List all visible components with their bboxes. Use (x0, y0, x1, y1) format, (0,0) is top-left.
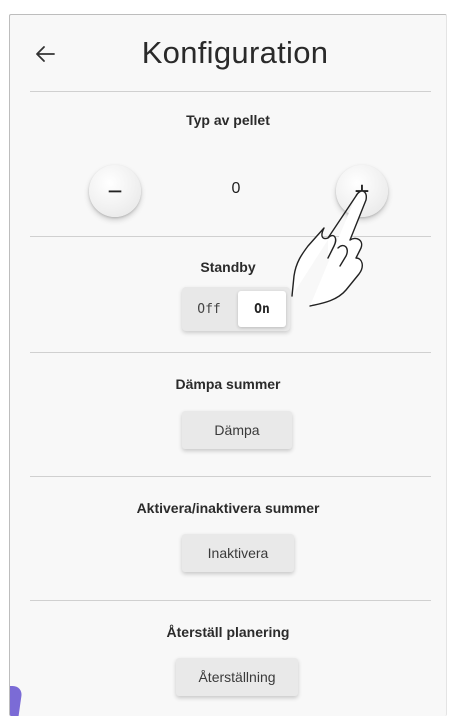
divider (30, 352, 431, 353)
minus-icon: − (107, 175, 123, 206)
standby-toggle[interactable]: Off On (182, 287, 290, 331)
standby-off-option[interactable]: Off (182, 287, 236, 331)
increment-button[interactable]: + (336, 165, 388, 217)
standby-on-option[interactable]: On (238, 291, 286, 327)
mute-buzzer-label: Dämpa summer (175, 376, 281, 392)
deactivate-button[interactable]: Inaktivera (182, 534, 294, 572)
reset-schedule-label: Återställ planering (166, 624, 290, 640)
toggle-buzzer-label: Aktivera/inaktivera summer (136, 500, 320, 516)
divider (30, 236, 431, 237)
header: Konfiguration (10, 15, 446, 91)
pellet-type-label: Typ av pellet (186, 112, 270, 128)
plus-icon: + (354, 175, 370, 206)
settings-panel: Konfiguration Typ av pellet − 0 + Standb… (9, 14, 447, 716)
divider (30, 91, 431, 92)
standby-label: Standby (200, 259, 256, 275)
decrement-button[interactable]: − (89, 165, 141, 217)
divider (30, 476, 431, 477)
corner-accent (10, 686, 23, 716)
reset-button[interactable]: Återställning (176, 658, 298, 696)
page-title: Konfiguration (141, 35, 329, 70)
pellet-type-value: 0 (231, 180, 241, 197)
mute-button[interactable]: Dämpa (182, 411, 292, 449)
divider (30, 600, 431, 601)
